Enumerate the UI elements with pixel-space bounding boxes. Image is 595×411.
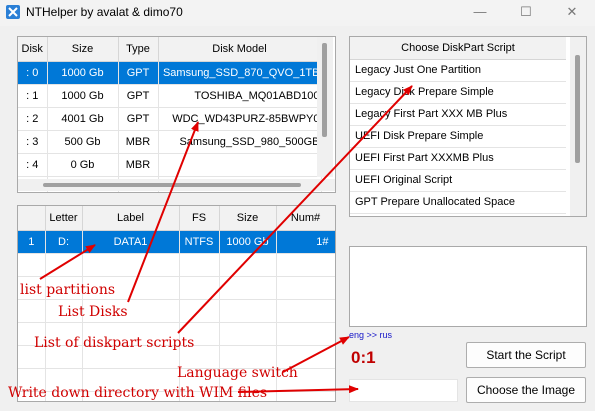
disk-cell-model: WDC_WD43PURZ-85BWPY0 — [158, 107, 322, 131]
annotation-list-partitions: list partitions — [20, 282, 116, 298]
partition-empty-cell — [276, 322, 335, 346]
disk-header-model[interactable]: Disk Model — [158, 37, 322, 62]
disk-cell-type: GPT — [118, 61, 159, 85]
maximize-button[interactable]: ☐ — [503, 0, 549, 26]
disk-cell-type: GPT — [118, 84, 159, 108]
disk-row[interactable]: : 2 4001 Gb GPT WDC_WD43PURZ-85BWPY0 — [18, 107, 322, 131]
partition-empty-cell — [276, 299, 335, 323]
partition-cell-letter: D: — [45, 230, 83, 254]
partition-empty-cell — [276, 253, 335, 277]
disk-cell-size: 500 Gb — [47, 130, 119, 154]
title-bar: NTHelper by avalat & dimo70 — ☐ ✕ — [0, 0, 595, 26]
start-script-button[interactable]: Start the Script — [466, 342, 586, 368]
image-path-field[interactable] — [349, 379, 458, 402]
partition-empty-cell — [179, 299, 220, 323]
script-item[interactable]: GPT Prepare Unallocated Space — [350, 192, 566, 214]
partition-empty-cell — [219, 322, 277, 346]
disk-header-size[interactable]: Size — [47, 37, 119, 62]
script-list[interactable]: Choose DiskPart Script Legacy Just One P… — [349, 36, 587, 217]
script-item[interactable]: UEFI Disk Prepare Simple — [350, 126, 566, 148]
partition-cell-num: 1# — [276, 230, 335, 254]
partition-empty-cell — [45, 253, 83, 277]
disk-cell-type: MBR — [118, 153, 159, 177]
partition-header-size[interactable]: Size — [219, 206, 277, 231]
partition-empty-cell — [18, 299, 46, 323]
app-icon — [6, 5, 20, 19]
script-list-vscroll-thumb[interactable] — [575, 55, 580, 163]
disk-cell-number: : 1 — [18, 84, 48, 108]
partition-header-index[interactable] — [18, 206, 46, 231]
language-switch-link[interactable]: eng >> rus — [349, 330, 392, 340]
partition-empty-cell — [276, 391, 335, 401]
disk-cell-type: GPT — [118, 107, 159, 131]
partition-empty-cell — [219, 299, 277, 323]
window-title: NTHelper by avalat & dimo70 — [26, 5, 183, 19]
partition-row[interactable]: 1 D: DATA1 NTFS 1000 Gb 1# — [18, 230, 335, 254]
partition-empty-cell — [179, 276, 220, 300]
partition-empty-cell — [276, 276, 335, 300]
partition-header-fs[interactable]: FS — [179, 206, 220, 231]
disk-cell-number: : 4 — [18, 153, 48, 177]
partition-header-letter[interactable]: Letter — [45, 206, 83, 231]
disk-cell-number: : 0 — [18, 61, 48, 85]
disk-cell-number: : 3 — [18, 130, 48, 154]
script-list-vscroll[interactable] — [570, 37, 586, 216]
disk-list[interactable]: Disk Size Type Disk Model : 0 1000 Gb GPT S… — [17, 36, 336, 193]
disk-cell-size: 1000 Gb — [47, 84, 119, 108]
script-item[interactable]: UEFI First Part XXXMB Plus — [350, 148, 566, 170]
choose-image-button[interactable]: Choose the Image — [466, 377, 586, 403]
script-item[interactable]: Legacy Disk Prepare Simple — [350, 82, 566, 104]
partition-cell-index: 1 — [18, 230, 46, 254]
disk-cell-number: : 2 — [18, 107, 48, 131]
disk-row[interactable]: : 3 500 Gb MBR Samsung_SSD_980_500GB — [18, 130, 322, 154]
partition-header-label[interactable]: Label — [82, 206, 180, 231]
partition-empty-cell — [219, 276, 277, 300]
partition-empty-cell — [179, 253, 220, 277]
disk-list-vscroll-thumb[interactable] — [322, 43, 327, 137]
disk-list-hscroll[interactable] — [18, 179, 335, 191]
partition-cell-label: DATA1 — [82, 230, 180, 254]
disk-cell-model — [158, 153, 322, 177]
script-list-header: Choose DiskPart Script — [350, 37, 566, 60]
disk-cell-size: 4001 Gb — [47, 107, 119, 131]
disk-cell-size: 0 Gb — [47, 153, 119, 177]
disk-list-hscroll-thumb[interactable] — [43, 183, 301, 187]
info-panel — [349, 246, 587, 327]
annotation-language-switch: Language switch — [177, 365, 298, 381]
partition-empty-cell — [18, 253, 46, 277]
disk-header-disk[interactable]: Disk — [18, 37, 48, 62]
partition-empty-cell — [82, 253, 180, 277]
partition-empty-row — [18, 253, 335, 277]
script-item[interactable]: UEFI Original Script — [350, 170, 566, 192]
disk-header-type[interactable]: Type — [118, 37, 159, 62]
disk-row[interactable]: : 40 Gb MBR — [18, 153, 322, 177]
disk-row[interactable]: : 0 1000 Gb GPT Samsung_SSD_870_QVO_1TB — [18, 61, 322, 85]
annotation-wim-directory: Write down directory with WIM files — [8, 385, 268, 401]
minimize-button[interactable]: — — [457, 0, 503, 26]
script-item[interactable]: Legacy First Part XXX MB Plus — [350, 104, 566, 126]
partition-header-num[interactable]: Num# — [276, 206, 335, 231]
disk-list-vscroll[interactable] — [317, 37, 333, 177]
annotation-list-scripts: List of diskpart scripts — [34, 335, 195, 351]
partition-cell-fs: NTFS — [179, 230, 220, 254]
disk-cell-model: Samsung_SSD_980_500GB — [158, 130, 322, 154]
close-button[interactable]: ✕ — [549, 0, 595, 26]
progress-counter: 0:1 — [351, 348, 376, 367]
partition-cell-size: 1000 Gb — [219, 230, 277, 254]
script-item[interactable]: ... — [350, 214, 566, 216]
disk-row[interactable]: : 1 1000 Gb GPT TOSHIBA_MQ01ABD100 — [18, 84, 322, 108]
annotation-list-disks: List Disks — [58, 304, 128, 320]
partition-empty-cell — [219, 253, 277, 277]
script-item[interactable]: Legacy Just One Partition — [350, 60, 566, 82]
disk-cell-type: MBR — [118, 130, 159, 154]
disk-cell-model: Samsung_SSD_870_QVO_1TB — [158, 61, 322, 85]
disk-cell-size: 1000 Gb — [47, 61, 119, 85]
disk-cell-model: TOSHIBA_MQ01ABD100 — [158, 84, 322, 108]
